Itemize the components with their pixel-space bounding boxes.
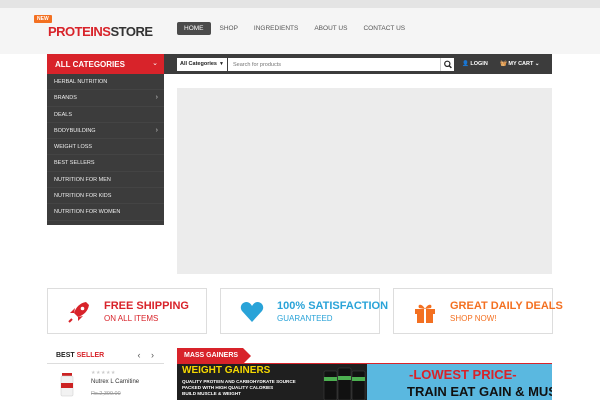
promo-right-panel: -LOWEST PRICE- TRAIN EAT GAIN & MUSCLE xyxy=(367,364,552,400)
feature-subtitle: SHOP NOW! xyxy=(450,314,497,323)
promo-line: QUALITY PROTEIN AND CARBOHYDRATE SOURCE xyxy=(182,379,296,384)
feature-daily-deals[interactable]: GREAT DAILY DEALS SHOP NOW! xyxy=(393,288,563,334)
feature-subtitle: GUARANTEED xyxy=(277,314,333,323)
best-seller-title-part2: SELLER xyxy=(76,352,105,359)
hero-banner-slider[interactable] xyxy=(177,88,552,274)
best-seller-title: BEST SELLER xyxy=(56,352,104,359)
site-logo[interactable]: PROTEINSSTORE xyxy=(48,24,153,39)
best-seller-product[interactable]: ★★★★★ Nutrex L Carnitine Rs.2,399.00 xyxy=(47,364,164,400)
best-seller-title-part1: BEST xyxy=(56,352,75,359)
logo-part-proteins: PROTEINS xyxy=(48,24,111,39)
login-link[interactable]: 👤 LOGIN xyxy=(462,61,488,67)
product-thumbnail xyxy=(60,373,74,397)
category-item-herbal-nutrition[interactable]: HERBAL NUTRITION xyxy=(47,74,164,91)
category-item-weight-loss[interactable]: WEIGHT LOSS xyxy=(47,139,164,156)
category-label: BODYBUILDING xyxy=(54,127,96,134)
my-cart-link[interactable]: 🧺 MY CART ⌄ xyxy=(500,61,540,67)
nav-home[interactable]: HOME xyxy=(177,22,211,35)
promo-heading: WEIGHT GAINERS xyxy=(182,365,271,376)
chevron-down-icon: ⌄ xyxy=(152,60,158,67)
chevron-right-icon: › xyxy=(155,94,158,102)
mass-gainers-tab[interactable]: MASS GAINERS xyxy=(177,348,251,364)
logo-part-store: STORE xyxy=(110,24,153,39)
product-price: Rs.2,399.00 xyxy=(91,391,121,397)
category-label: DEALS xyxy=(54,111,73,118)
feature-title: GREAT DAILY DEALS xyxy=(450,300,563,312)
category-item-nutrition-for-men[interactable]: NUTRITION FOR MEN xyxy=(47,172,164,189)
rocket-icon xyxy=(68,302,89,323)
best-seller-header: BEST SELLER ‹ › xyxy=(47,348,164,364)
feature-satisfaction[interactable]: 100% SATISFACTION GUARANTEED xyxy=(220,288,388,334)
category-select[interactable]: All Categories ▼ xyxy=(177,58,227,71)
category-item-brands[interactable]: BRANDS › xyxy=(47,90,164,107)
promo-slogan: TRAIN EAT GAIN & MUSCLE xyxy=(407,384,552,399)
category-label: NUTRITION FOR WOMEN xyxy=(54,209,121,216)
rating-stars: ★★★★★ xyxy=(91,370,116,376)
chevron-right-icon: › xyxy=(155,126,158,134)
chevron-down-icon: ⌄ xyxy=(534,61,540,67)
nav-ingredients[interactable]: INGREDIENTS xyxy=(247,22,305,35)
product-name[interactable]: Nutrex L Carnitine xyxy=(91,379,139,385)
nav-contact-us[interactable]: CONTACT US xyxy=(356,22,412,35)
feature-free-shipping[interactable]: FREE SHIPPING ON ALL ITEMS xyxy=(47,288,207,334)
search-bar: All Categories ▼ 👤 LOGIN 🧺 MY CART ⌄ xyxy=(164,54,552,74)
category-label: NUTRITION FOR KIDS xyxy=(54,193,112,200)
category-label: NUTRITION FOR MEN xyxy=(54,176,111,183)
promo-line: PACKED WITH HIGH QUALITY CALORIES xyxy=(182,385,274,390)
category-item-nutrition-for-women[interactable]: NUTRITION FOR WOMEN xyxy=(47,204,164,221)
category-item-deals[interactable]: DEALS xyxy=(47,107,164,123)
category-item-bodybuilding[interactable]: BODYBUILDING › xyxy=(47,123,164,140)
weight-gainers-promo-banner[interactable]: WEIGHT GAINERS QUALITY PROTEIN AND CARBO… xyxy=(177,364,552,400)
category-label: HERBAL NUTRITION xyxy=(54,79,108,85)
nav-about-us[interactable]: ABOUT US xyxy=(307,22,354,35)
all-categories-title: ALL CATEGORIES xyxy=(55,60,125,69)
gift-icon xyxy=(415,304,435,323)
caret-down-icon: ▼ xyxy=(219,61,224,67)
lowest-price-text: -LOWEST PRICE- xyxy=(409,367,517,382)
category-list: HERBAL NUTRITION BRANDS › DEALS BODYBUILD… xyxy=(47,74,164,225)
heart-icon xyxy=(240,302,264,322)
login-label: LOGIN xyxy=(470,61,488,67)
category-item-nutrition-for-kids[interactable]: NUTRITION FOR KIDS xyxy=(47,188,164,205)
cart-label: MY CART xyxy=(508,61,534,67)
user-icon: 👤 xyxy=(462,61,469,67)
all-categories-toggle[interactable]: ALL CATEGORIES ⌄ xyxy=(47,54,164,74)
category-label: WEIGHT LOSS xyxy=(54,144,93,151)
feature-subtitle: ON ALL ITEMS xyxy=(104,314,159,323)
best-seller-nav-arrows[interactable]: ‹ › xyxy=(138,350,159,360)
top-strip xyxy=(0,0,600,8)
category-item-best-sellers[interactable]: BEST SELLERS xyxy=(47,155,164,172)
product-tubs-image xyxy=(323,367,366,400)
category-label: BRANDS xyxy=(54,95,77,102)
feature-title: 100% SATISFACTION xyxy=(277,300,389,312)
search-button[interactable] xyxy=(440,58,454,71)
basket-icon: 🧺 xyxy=(500,61,507,67)
nav-shop[interactable]: SHOP xyxy=(213,22,245,35)
category-label: BEST SELLERS xyxy=(54,160,95,167)
feature-title: FREE SHIPPING xyxy=(104,300,189,312)
category-select-value: All Categories xyxy=(180,61,217,67)
search-icon xyxy=(444,60,452,69)
new-badge: NEW xyxy=(34,15,52,23)
promo-line: BUILD MUSCLE & WEIGHT xyxy=(182,391,241,396)
main-nav: HOME SHOP INGREDIENTS ABOUT US CONTACT U… xyxy=(177,22,414,35)
search-input[interactable] xyxy=(228,58,440,71)
